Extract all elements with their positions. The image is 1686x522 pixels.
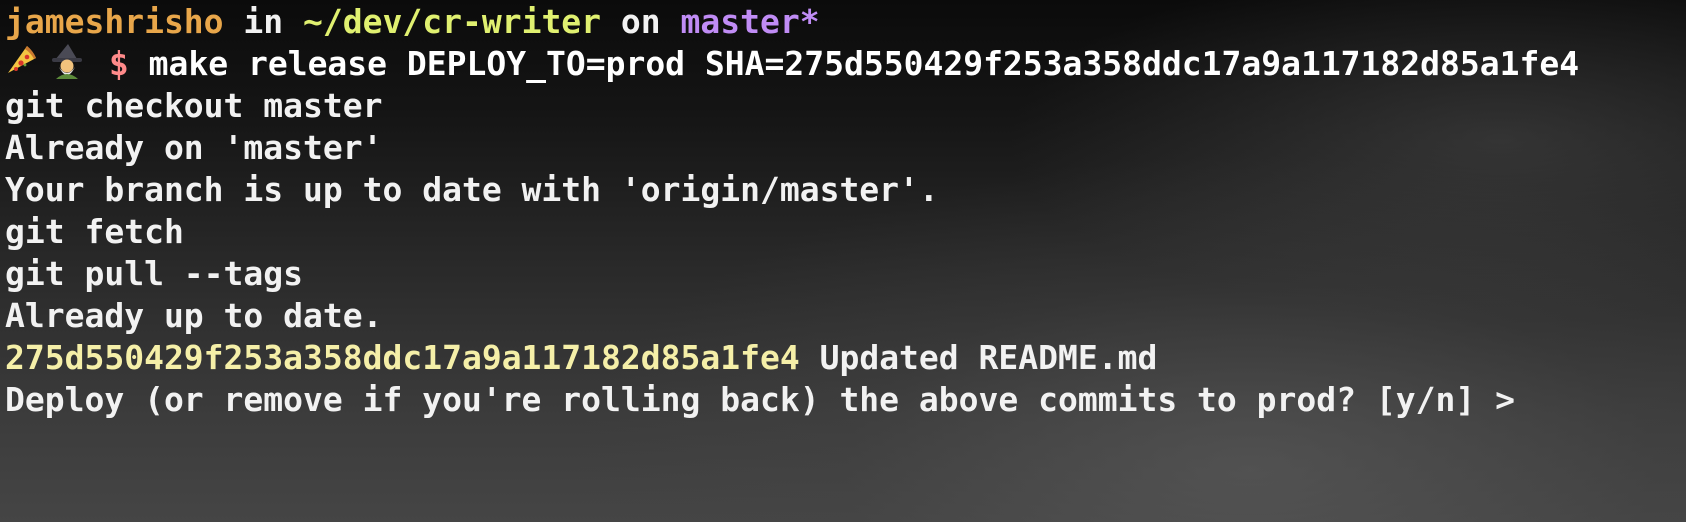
terminal-output: jameshrisho in ~/dev/cr-writer on master…: [5, 1, 1579, 421]
commit-line: 275d550429f253a358ddc17a9a117182d85a1fe4…: [5, 337, 1579, 379]
output-line: Your branch is up to date with 'origin/m…: [5, 170, 939, 209]
output-line: Already on 'master': [5, 128, 383, 167]
output-line: git fetch: [5, 212, 184, 251]
output-line: Already up to date.: [5, 296, 383, 335]
commit-message: Updated README.md: [799, 338, 1158, 377]
prompt-on-word: on: [601, 2, 681, 41]
prompt-dollar-sign: $: [108, 44, 129, 83]
deploy-confirm-prompt[interactable]: Deploy (or remove if you're rolling back…: [5, 379, 1579, 421]
terminal-window[interactable]: jameshrisho in ~/dev/cr-writer on master…: [0, 0, 1686, 522]
command-line: $ make release DEPLOY_TO=prod SHA=275d55…: [5, 43, 1579, 85]
prompt-in-word: in: [223, 2, 304, 41]
command-text: make release DEPLOY_TO=prod SHA=275d5504…: [148, 44, 1580, 83]
prompt-line: jameshrisho in ~/dev/cr-writer on master…: [5, 1, 1579, 43]
mage-icon: [47, 43, 89, 79]
prompt-branch: master*: [680, 2, 820, 41]
prompt-user: jameshrisho: [5, 2, 224, 41]
commit-sha: 275d550429f253a358ddc17a9a117182d85a1fe4: [5, 338, 800, 377]
output-line: git pull --tags: [5, 254, 304, 293]
prompt-path: ~/dev/cr-writer: [303, 2, 602, 41]
pizza-icon: [5, 43, 47, 77]
output-line: git checkout master: [5, 86, 383, 125]
